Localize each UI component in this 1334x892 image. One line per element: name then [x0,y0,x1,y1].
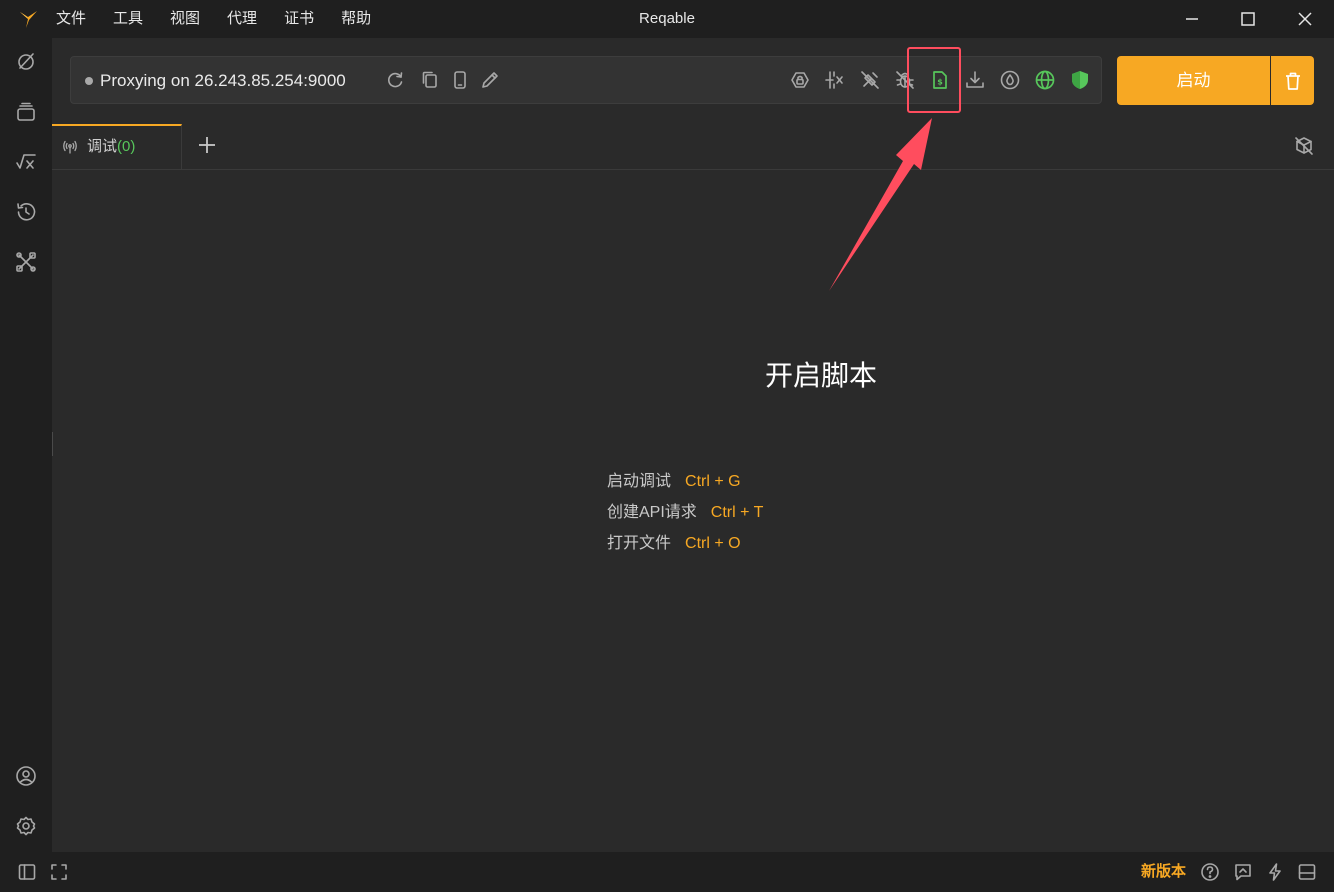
menu-help[interactable]: 帮助 [341,0,371,38]
menu-certificate[interactable]: 证书 [284,0,314,38]
tab-debug-label: 调试(0) [87,138,136,155]
shortcut-key: Ctrl + G [685,473,741,490]
shortcut-label: 创建API请求 [607,504,697,521]
menu-view[interactable]: 视图 [170,0,200,38]
main-panel: Proxying on 26.243.85.254:9000 $ 启动 调试(0… [52,38,1334,852]
account-icon[interactable] [14,764,38,788]
menu-file[interactable]: 文件 [56,0,86,38]
water-drop-icon[interactable] [999,69,1021,91]
script-icon[interactable]: $ [929,69,951,91]
svg-text:$: $ [937,78,943,87]
fullscreen-icon[interactable] [49,862,69,882]
box-off-icon[interactable] [1294,136,1314,156]
close-icon[interactable] [1292,6,1318,32]
tab-bar: 调试(0) [52,124,1334,170]
annotation-text: 开启脚本 [765,360,878,391]
network-globe-icon[interactable] [1034,69,1056,91]
shortcut-hints: 启动调试 Ctrl + G 创建API请求 Ctrl + T 打开文件 Ctrl + … [607,466,763,559]
menu-bar: 文件 工具 视图 代理 证书 帮助 [56,0,398,38]
shield-check-icon[interactable] [1069,69,1091,91]
formula-icon[interactable] [14,150,38,174]
proxy-status-bar: Proxying on 26.243.85.254:9000 $ [70,56,1102,104]
feedback-icon[interactable] [1233,862,1253,882]
shortcut-row-open-file[interactable]: 打开文件 Ctrl + O [607,528,763,559]
history-icon[interactable] [14,200,38,224]
shortcut-row-new-api-request[interactable]: 创建API请求 Ctrl + T [607,497,763,528]
mock-off-icon[interactable] [859,69,881,91]
refresh-icon[interactable] [384,69,406,91]
new-version-link[interactable]: 新版本 [1141,852,1186,892]
minimize-icon[interactable] [1179,6,1205,32]
edit-pencil-icon[interactable] [479,69,501,91]
ssl-lock-icon[interactable] [789,69,811,91]
tools-icon[interactable] [14,250,38,274]
copy-icon[interactable] [419,69,441,91]
add-tab-icon[interactable] [196,134,218,156]
lightning-icon[interactable] [1265,862,1285,882]
title-bar: 文件 工具 视图 代理 证书 帮助 Reqable [0,0,1334,38]
menu-tools[interactable]: 工具 [113,0,143,38]
shortcut-key: Ctrl + O [685,535,741,552]
sidebar-toggle-icon[interactable] [17,862,37,882]
breakpoint-icon[interactable] [824,69,846,91]
panel-layout-icon[interactable] [1297,862,1317,882]
maximize-icon[interactable] [1235,6,1261,32]
start-button[interactable]: 启动 [1117,56,1270,105]
settings-gear-icon[interactable] [14,814,38,838]
capture-icon[interactable] [14,50,38,74]
sidebar [0,38,52,852]
status-bar: 新版本 [0,852,1334,892]
collections-icon[interactable] [14,100,38,124]
tab-debug-count: (0) [117,138,136,155]
tab-debug[interactable]: 调试(0) [52,124,182,169]
app-logo-icon [20,11,37,28]
broadcast-icon [63,140,77,154]
shortcut-key: Ctrl + T [710,504,764,521]
shortcut-label: 打开文件 [607,535,672,552]
mobile-device-icon[interactable] [449,69,471,91]
bug-icon[interactable] [894,69,916,91]
trash-icon [1286,72,1300,90]
shortcut-label: 启动调试 [607,473,672,490]
clear-button[interactable] [1271,56,1314,105]
download-icon[interactable] [964,69,986,91]
shortcut-row-start-debug[interactable]: 启动调试 Ctrl + G [607,466,763,497]
panel-resize-handle[interactable] [52,432,53,456]
menu-proxy[interactable]: 代理 [227,0,257,38]
help-icon[interactable] [1200,862,1220,882]
proxy-status-dot [85,77,93,85]
proxy-status-text: Proxying on 26.243.85.254:9000 [100,71,346,90]
